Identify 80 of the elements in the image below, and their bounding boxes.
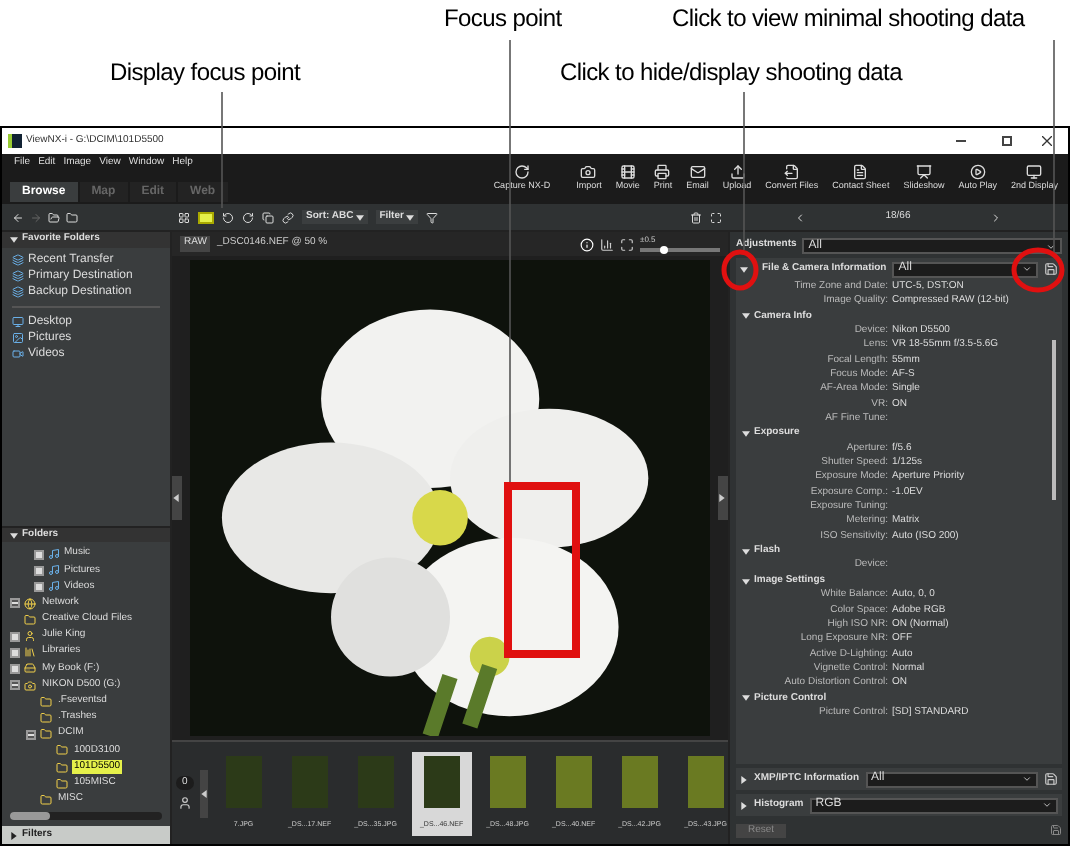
callout-label: Display focus point [110,56,301,90]
highlight-circle [721,249,759,291]
toolbar-icon [654,164,671,181]
disclosure-icon[interactable] [742,547,750,556]
toolbar-icon [915,164,932,181]
expander-icon[interactable] [34,581,44,592]
leader-line [221,91,223,209]
disclosure-icon[interactable] [742,312,750,321]
disclosure-icon[interactable] [10,831,18,839]
arrow-icon[interactable] [172,494,180,502]
expander-icon[interactable] [10,663,20,674]
expander-icon[interactable] [10,680,20,691]
maximize-icon[interactable] [1002,136,1012,146]
toolbar-icon [783,164,800,181]
disclosure-icon[interactable] [740,801,748,809]
slider-thumb[interactable] [660,246,668,254]
disclosure-icon[interactable] [742,694,750,703]
minimal-data-icon[interactable] [1044,772,1058,786]
caret-icon [1042,800,1052,810]
back-icon[interactable] [12,211,24,223]
caret-icon [1022,774,1032,784]
compare-icon[interactable] [262,211,274,223]
disclosure-icon[interactable] [740,775,748,783]
arrow-icon[interactable] [718,494,726,502]
toolbar-icon [689,164,706,181]
photo-placeholder [687,755,724,807]
histogram-icon[interactable] [600,237,614,251]
callout-label: Click to hide/display shooting data [560,56,902,90]
expander-icon[interactable] [26,729,36,740]
collapse-handle[interactable] [172,476,182,520]
info-icon[interactable] [580,237,594,251]
previous-icon[interactable] [793,211,806,223]
exposure-slider[interactable] [640,246,720,254]
disclosure-icon[interactable] [742,430,750,439]
disclosure-icon[interactable] [740,265,748,273]
caret-icon[interactable] [355,213,364,221]
toolbar-icon [852,164,869,181]
trash-icon[interactable] [690,211,702,223]
toolbar-icon [580,164,597,181]
collapse-handle[interactable] [199,769,208,817]
toolbar-icon [1026,164,1043,181]
disclosure-icon[interactable] [10,236,18,244]
toolbar-icon [619,164,636,181]
arrow-icon[interactable] [199,789,208,797]
scrollbar-thumb[interactable] [10,812,50,820]
callout-label: Click to view minimal shooting data [672,2,1025,36]
photo-placeholder [423,755,460,807]
highlight-circle [1011,247,1065,293]
expander-icon[interactable] [10,631,20,642]
toolbar-icon [729,164,746,181]
disclosure-icon[interactable] [742,577,750,586]
app-logo-icon [8,134,22,148]
filter-icon[interactable] [425,211,438,223]
grid-view-icon[interactable] [178,211,190,223]
minimal-data-icon[interactable] [1044,262,1058,276]
rotate-left-icon[interactable] [222,211,234,223]
save-icon[interactable] [1050,824,1062,836]
caret-icon [1022,264,1032,274]
expander-icon[interactable] [10,598,20,609]
person-icon[interactable] [177,796,192,811]
expander-icon[interactable] [34,565,44,576]
caret-icon[interactable] [405,213,414,221]
collapse-handle[interactable] [718,476,728,520]
grid-icon[interactable] [620,237,634,251]
toolbar-icon [513,164,530,181]
callout-label: Focus point [444,2,562,36]
scrollbar-thumb[interactable] [1052,340,1056,500]
photo-placeholder [555,755,592,807]
photo-placeholder [621,755,658,807]
link-icon[interactable] [282,211,294,223]
expander-icon[interactable] [10,647,20,658]
expander-icon[interactable] [34,549,44,560]
disclosure-icon[interactable] [10,531,18,539]
caret-icon [1046,241,1056,251]
rotate-right-icon[interactable] [242,211,254,223]
focus-point-button[interactable] [198,211,214,223]
photo-placeholder [489,755,526,807]
next-icon[interactable] [990,211,1003,223]
toolbar-icon [969,164,986,181]
close-icon[interactable] [1042,136,1052,146]
